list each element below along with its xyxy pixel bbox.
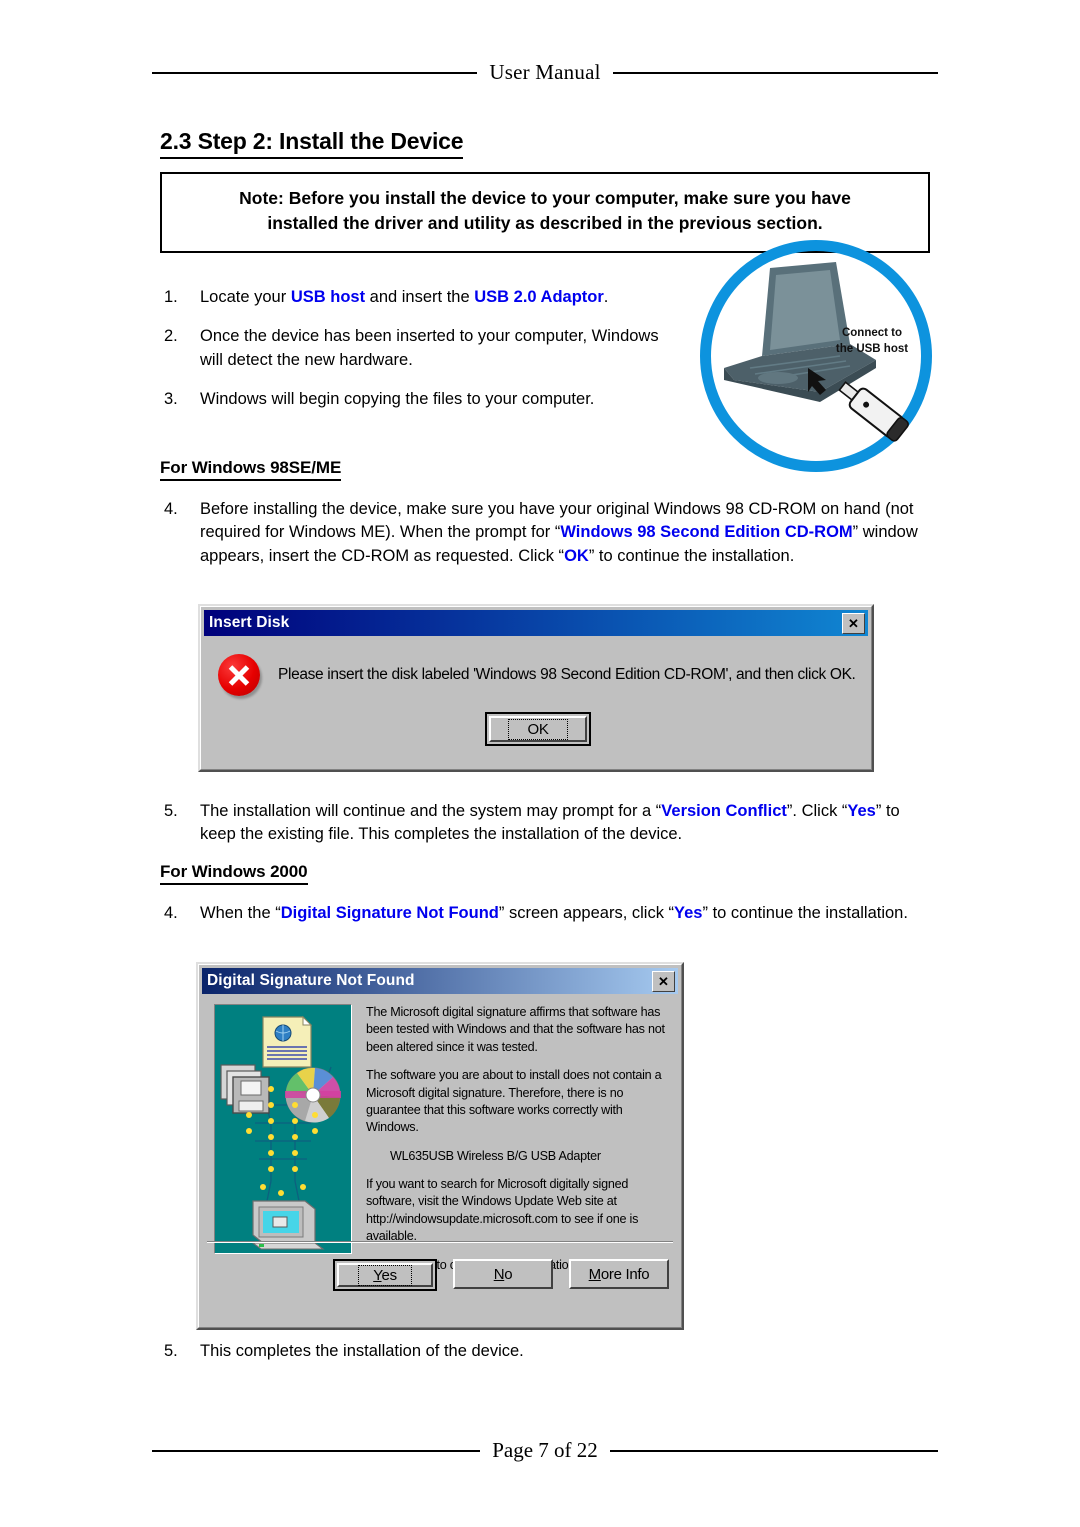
list-item: 2. Once the device has been inserted to y… [160, 325, 665, 372]
digital-signature-button-row: Yes No More Info [199, 1259, 669, 1291]
ds-paragraph-3: If you want to search for Microsoft digi… [366, 1177, 639, 1244]
dialog-separator [207, 1241, 673, 1243]
ds-paragraph-2: The software you are about to install do… [366, 1068, 662, 1135]
digital-signature-title: Digital Signature Not Found [207, 972, 415, 989]
steps-list-main: 1. Locate your USB host and insert the US… [160, 286, 665, 428]
list-item-number: 1. [164, 288, 178, 306]
text-run: When the “ [200, 904, 281, 922]
list-item-text: Before installing the device, make sure … [200, 498, 930, 568]
text-run: ” to continue the installation. [588, 546, 795, 565]
list-item-number: 4. [164, 904, 178, 922]
page-number: Page 7 of 22 [492, 1438, 598, 1462]
list-item-number: 5. [164, 1342, 178, 1360]
insert-disk-title: Insert Disk [209, 614, 290, 631]
list-item-text: Once the device has been inserted to you… [200, 325, 665, 372]
illustration-caption: Connect to the USB host [824, 326, 920, 357]
list-item-number: 3. [164, 390, 178, 409]
highlighted-term: Digital Signature Not Found [280, 904, 499, 922]
text-run: The installation will continue and the s… [200, 802, 662, 820]
digital-signature-dialog: Digital Signature Not Found ✕ The Micros… [196, 962, 684, 1330]
steps-list-2000: 4. When the “Digital Signature Not Found”… [160, 902, 930, 941]
mnemonic-letter: Y [373, 1266, 382, 1284]
text-run: . [603, 288, 609, 306]
steps-list-98-after: 5. The installation will continue and the… [160, 800, 930, 863]
close-icon[interactable]: ✕ [652, 970, 675, 992]
list-item-text: This completes the installation of the d… [200, 1340, 930, 1363]
list-item: 4. Before installing the device, make sur… [160, 498, 930, 568]
footer-rule-right [609, 1449, 939, 1452]
list-item-number: 4. [164, 500, 178, 518]
list-item-text: Locate your USB host and insert the USB … [200, 286, 665, 309]
mnemonic-letter: N [493, 1265, 505, 1283]
list-item-text: The installation will continue and the s… [200, 800, 930, 847]
button-label: No [493, 1265, 513, 1283]
insert-disk-message-row: Please insert the disk labeled 'Windows … [204, 636, 868, 696]
text-run: ”. Click “ [786, 802, 848, 820]
insert-disk-message: Please insert the disk labeled 'Windows … [278, 666, 856, 683]
mnemonic-letter: M [588, 1265, 602, 1283]
header-rule-right [612, 71, 939, 74]
error-icon [218, 654, 260, 696]
list-item: 5. This completes the installation of the… [160, 1340, 930, 1363]
more-info-button[interactable]: More Info [569, 1259, 669, 1289]
highlighted-term: OK [564, 546, 589, 565]
subheading-windows-2000: For Windows 2000 [160, 862, 308, 885]
list-item: 3. Windows will begin copying the files t… [160, 388, 665, 411]
list-item: 1. Locate your USB host and insert the US… [160, 286, 665, 309]
list-item-text: When the “Digital Signature Not Found” s… [200, 902, 930, 925]
usb-connection-illustration: Connect to the USB host [700, 240, 932, 472]
manual-page: User Manual 2.3 Step 2: Install the Devi… [0, 0, 1080, 1527]
note-line-1: Note: Before you install the device to y… [239, 188, 851, 208]
footer-rule-left [152, 1449, 481, 1452]
subheading-windows-98: For Windows 98SE/ME [160, 458, 341, 481]
highlighted-term: Yes [847, 802, 876, 820]
digital-signature-titlebar: Digital Signature Not Found ✕ [202, 968, 678, 994]
insert-disk-titlebar: Insert Disk ✕ [204, 610, 868, 636]
text-run: ” screen appears, click “ [498, 904, 675, 922]
page-header: User Manual [152, 60, 939, 84]
text-run: Windows will begin copying the files to … [200, 390, 595, 409]
note-line-2: installed the driver and utility as desc… [267, 213, 823, 234]
button-label: Yes [373, 1266, 397, 1284]
text-run: This completes the installation of the d… [200, 1342, 524, 1360]
text-run: and insert the [365, 288, 475, 306]
page-footer: Page 7 of 22 [152, 1438, 939, 1463]
text-run: ” to continue the installation. [702, 904, 908, 922]
ds-device-name: WL635USB Wireless B/G USB Adapter [390, 1148, 601, 1163]
list-item: 4. When the “Digital Signature Not Found”… [160, 902, 930, 925]
software-media-graphic [220, 1015, 341, 1250]
header-rule-left [152, 71, 478, 74]
caption-line-1: Connect to [841, 327, 903, 339]
text-run: Locate your [200, 288, 291, 306]
text-run: Once the device has been inserted to you… [200, 327, 659, 369]
section-heading: 2.3 Step 2: Install the Device [160, 128, 464, 159]
highlighted-term: Version Conflict [661, 802, 787, 820]
no-button[interactable]: No [453, 1259, 553, 1289]
highlighted-term: USB host [290, 288, 366, 306]
highlighted-term: USB 2.0 Adaptor [474, 288, 604, 306]
running-head-title: User Manual [489, 60, 601, 84]
list-item-number: 2. [164, 327, 178, 346]
highlighted-term: Yes [674, 904, 703, 922]
signature-graphic [214, 1004, 352, 1254]
list-item-text: Windows will begin copying the files to … [200, 388, 665, 411]
yes-button[interactable]: Yes [333, 1259, 437, 1291]
ok-button[interactable]: OK [485, 712, 591, 746]
button-label: More Info [588, 1265, 650, 1283]
list-item-number: 5. [164, 802, 178, 820]
close-icon[interactable]: ✕ [842, 612, 865, 634]
steps-list-98: 4. Before installing the device, make sur… [160, 498, 930, 584]
caption-line-2: the USB host [835, 342, 909, 355]
list-item: 5. The installation will continue and the… [160, 800, 930, 847]
ok-button-label: OK [508, 718, 568, 740]
ds-paragraph-1: The Microsoft digital signature affirms … [366, 1005, 665, 1054]
steps-list-2000-after: 5. This completes the installation of the… [160, 1340, 930, 1379]
insert-disk-dialog: Insert Disk ✕ Please insert the disk lab… [198, 604, 874, 772]
highlighted-term: Windows 98 Second Edition CD-ROM [560, 523, 853, 542]
